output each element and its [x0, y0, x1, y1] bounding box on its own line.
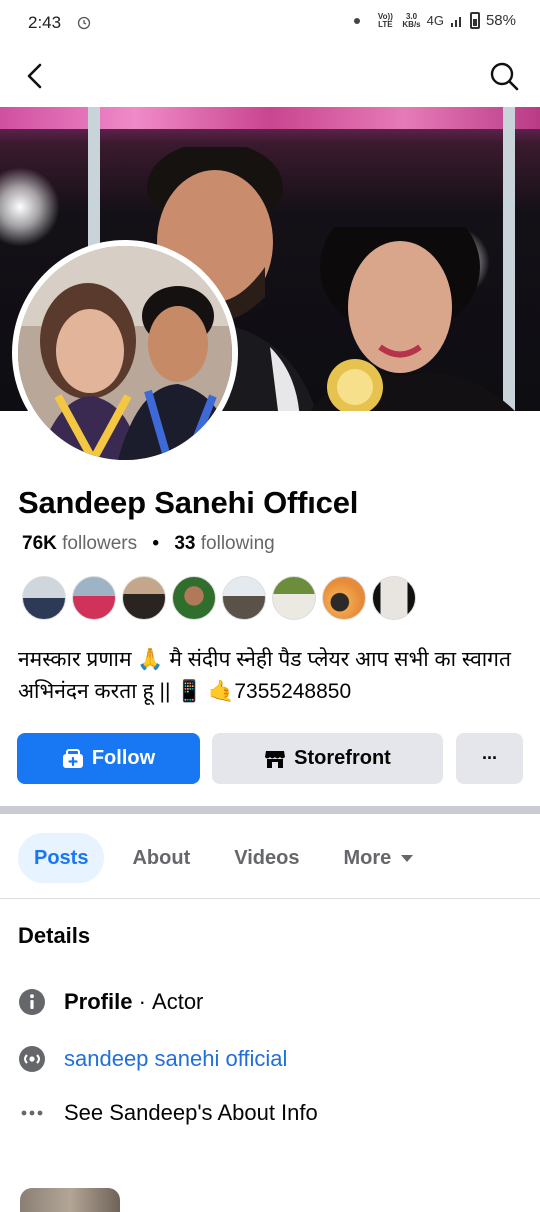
friend-avatar[interactable]	[22, 576, 66, 620]
profile-avatar[interactable]	[12, 240, 238, 466]
friend-avatar[interactable]	[372, 576, 416, 620]
ellipsis-icon	[18, 1099, 46, 1127]
link-icon	[18, 1045, 46, 1073]
tab-label: More	[343, 846, 392, 869]
tab-posts[interactable]: Posts	[18, 833, 105, 883]
tabs-divider	[0, 898, 540, 899]
alarm-icon	[77, 16, 91, 30]
tab-videos[interactable]: Videos	[218, 833, 315, 883]
tab-about[interactable]: About	[116, 833, 206, 883]
next-section-thumbnail[interactable]	[20, 1188, 120, 1212]
speed-unit: KB/s	[402, 19, 421, 29]
friend-avatar[interactable]	[222, 576, 266, 620]
follow-button[interactable]: Follow	[17, 733, 200, 784]
mutual-friends-row[interactable]	[22, 576, 416, 622]
detail-about-text[interactable]: See Sandeep's About Info	[64, 1100, 318, 1126]
notification-dot-icon	[354, 17, 361, 24]
info-icon	[18, 988, 46, 1016]
friend-avatar[interactable]	[322, 576, 366, 620]
following-count[interactable]: 33	[174, 533, 195, 554]
user-plus-icon	[62, 748, 83, 768]
cover-person-woman	[310, 227, 515, 411]
follow-label: Follow	[91, 747, 156, 769]
top-navigation	[0, 50, 540, 102]
detail-link-text[interactable]: sandeep sanehi official	[64, 1046, 287, 1072]
followers-label[interactable]: followers	[62, 533, 137, 554]
section-divider	[0, 806, 540, 814]
search-icon	[490, 62, 519, 91]
friend-avatar[interactable]	[72, 576, 116, 620]
volte-indicator: Vo)) LTE	[377, 11, 393, 29]
storefront-button[interactable]: Storefront	[212, 733, 443, 784]
profile-tabs: Posts About Videos More	[18, 832, 441, 884]
tab-more[interactable]: More	[327, 833, 429, 883]
back-button[interactable]	[18, 58, 54, 94]
speed-indicator: 3.0 KB/s	[402, 12, 421, 29]
signal-icon	[450, 16, 461, 27]
tab-label: Posts	[34, 846, 89, 869]
network-type: 4G	[426, 13, 444, 28]
cover-tent-decoration	[0, 107, 540, 129]
counts-separator: •	[152, 533, 160, 554]
following-label[interactable]: following	[201, 533, 275, 554]
status-right: Vo)) LTE 3.0 KB/s 4G 58%	[354, 12, 516, 29]
detail-profile-sep: ·	[132, 989, 153, 1014]
detail-profile-row: Profile · Actor	[18, 982, 203, 1022]
friend-avatar[interactable]	[122, 576, 166, 620]
search-button[interactable]	[486, 58, 522, 94]
followers-count[interactable]: 76K	[22, 533, 57, 554]
status-time: 2:43	[28, 13, 62, 32]
avatar-image	[18, 246, 232, 460]
more-options-button[interactable]: ···	[456, 733, 523, 784]
details-heading: Details	[18, 923, 91, 948]
tab-label: About	[132, 846, 191, 869]
tab-label: Videos	[234, 846, 300, 869]
detail-about-row[interactable]: See Sandeep's About Info	[18, 1093, 318, 1133]
ellipsis-icon: ···	[482, 748, 498, 768]
status-bar: 2:43 Vo)) LTE 3.0 KB/s 4G 58%	[0, 0, 540, 46]
detail-link-row[interactable]: sandeep sanehi official	[18, 1039, 287, 1079]
storefront-icon	[265, 750, 286, 768]
battery-icon	[469, 12, 480, 29]
caret-down-icon	[401, 854, 414, 862]
detail-profile-label: Profile	[64, 989, 133, 1014]
follow-counts: 76K followers • 33 following	[22, 533, 275, 555]
cover-light	[0, 167, 60, 247]
profile-actions: Follow Storefront ···	[17, 733, 523, 784]
battery-percent: 58%	[485, 12, 516, 29]
friend-avatar[interactable]	[272, 576, 316, 620]
friend-avatar[interactable]	[172, 576, 216, 620]
arrow-left-icon	[27, 63, 42, 89]
detail-profile-category: Actor	[152, 989, 204, 1014]
profile-name: Sandeep Sanehi Offıcel	[18, 485, 359, 520]
avatar-photo	[18, 246, 232, 460]
storefront-label: Storefront	[294, 747, 391, 769]
profile-bio: नमस्कार प्रणाम 🙏 मै संदीप स्नेही पैड प्ल…	[18, 648, 511, 703]
